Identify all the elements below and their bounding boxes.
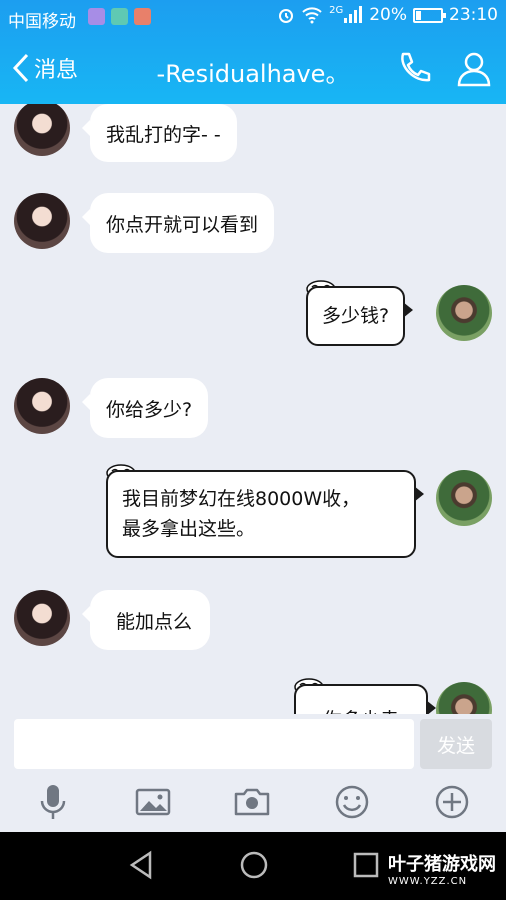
my-avatar[interactable] — [436, 285, 492, 341]
phone-icon[interactable] — [394, 49, 434, 89]
contact-avatar[interactable] — [14, 193, 70, 249]
recents-square-icon[interactable] — [352, 850, 380, 880]
my-avatar[interactable] — [436, 682, 492, 714]
clock: 23:10 — [449, 5, 498, 25]
image-icon[interactable] — [133, 782, 173, 822]
app-notification-icon — [88, 8, 105, 25]
alarm-icon — [279, 9, 294, 23]
message-bubble-outgoing[interactable]: 我目前梦幻在线8000W收， 最多拿出这些。 — [106, 470, 424, 558]
microphone-icon[interactable] — [33, 782, 73, 822]
my-avatar[interactable] — [436, 470, 492, 526]
message-text: 你多少卖 — [323, 705, 399, 714]
message-bubble-incoming[interactable]: 你点开就可以看到 — [81, 193, 275, 253]
wifi-icon — [302, 7, 322, 24]
contact-avatar[interactable] — [14, 590, 70, 646]
watermark-url: WWW.YZZ.CN — [388, 876, 468, 887]
contact-avatar[interactable] — [14, 104, 70, 156]
message-text: 你点开就可以看到 — [106, 213, 259, 236]
profile-icon[interactable] — [454, 49, 494, 89]
message-text: 我乱打的字- - — [106, 123, 221, 146]
battery-icon — [413, 7, 446, 23]
message-bubble-incoming[interactable]: 我乱打的字- - — [82, 104, 237, 162]
watermark-brand: 叶子猪游戏网 — [388, 854, 496, 875]
status-bar: 中国移动 2G 20% 23:10 — [0, 0, 506, 34]
plus-icon[interactable] — [432, 782, 472, 822]
message-bubble-incoming[interactable]: 能加点么 — [81, 590, 211, 650]
watermark: 叶子猪游戏网 WWW.YZZ.CN — [388, 850, 496, 887]
home-circle-icon[interactable] — [239, 850, 269, 880]
message-text-line: 我目前梦幻在线8000W收， — [122, 488, 361, 510]
input-toolbar — [0, 782, 506, 826]
message-bubble-outgoing[interactable]: 多少钱? — [306, 286, 414, 346]
notification-icons — [88, 8, 151, 25]
app-notification-icon — [134, 8, 151, 25]
message-input[interactable] — [14, 719, 414, 769]
input-bar: 发送 — [0, 714, 506, 832]
contact-avatar[interactable] — [14, 378, 70, 434]
chat-header: 消息 -Residualhave。 — [0, 34, 506, 104]
battery-percent: 20% — [369, 5, 407, 25]
app-notification-icon — [111, 8, 128, 25]
chat-area[interactable]: 我乱打的字- - 你点开就可以看到 多少钱? 你给多少? 我目前梦幻在线8000… — [0, 104, 506, 714]
message-text-line: 最多拿出这些。 — [122, 518, 256, 540]
message-bubble-outgoing[interactable]: 你多少卖 — [294, 684, 436, 714]
status-right: 2G 20% 23:10 — [277, 5, 498, 25]
back-triangle-icon[interactable] — [128, 850, 154, 880]
message-bubble-incoming[interactable]: 你给多少? — [81, 378, 209, 438]
signal-icon — [344, 6, 363, 23]
send-button[interactable]: 发送 — [420, 719, 492, 769]
camera-icon[interactable] — [232, 782, 272, 822]
system-nav-bar: 叶子猪游戏网 WWW.YZZ.CN — [0, 832, 506, 900]
top-bar: 中国移动 2G 20% 23:10 消息 -Residualhave。 — [0, 0, 506, 104]
message-text: 你给多少? — [106, 398, 193, 421]
message-text: 能加点么 — [116, 610, 193, 633]
message-text: 多少钱? — [322, 305, 390, 327]
carrier-label: 中国移动 — [8, 12, 76, 32]
emoji-icon[interactable] — [332, 782, 372, 822]
network-type: 2G — [329, 5, 344, 16]
